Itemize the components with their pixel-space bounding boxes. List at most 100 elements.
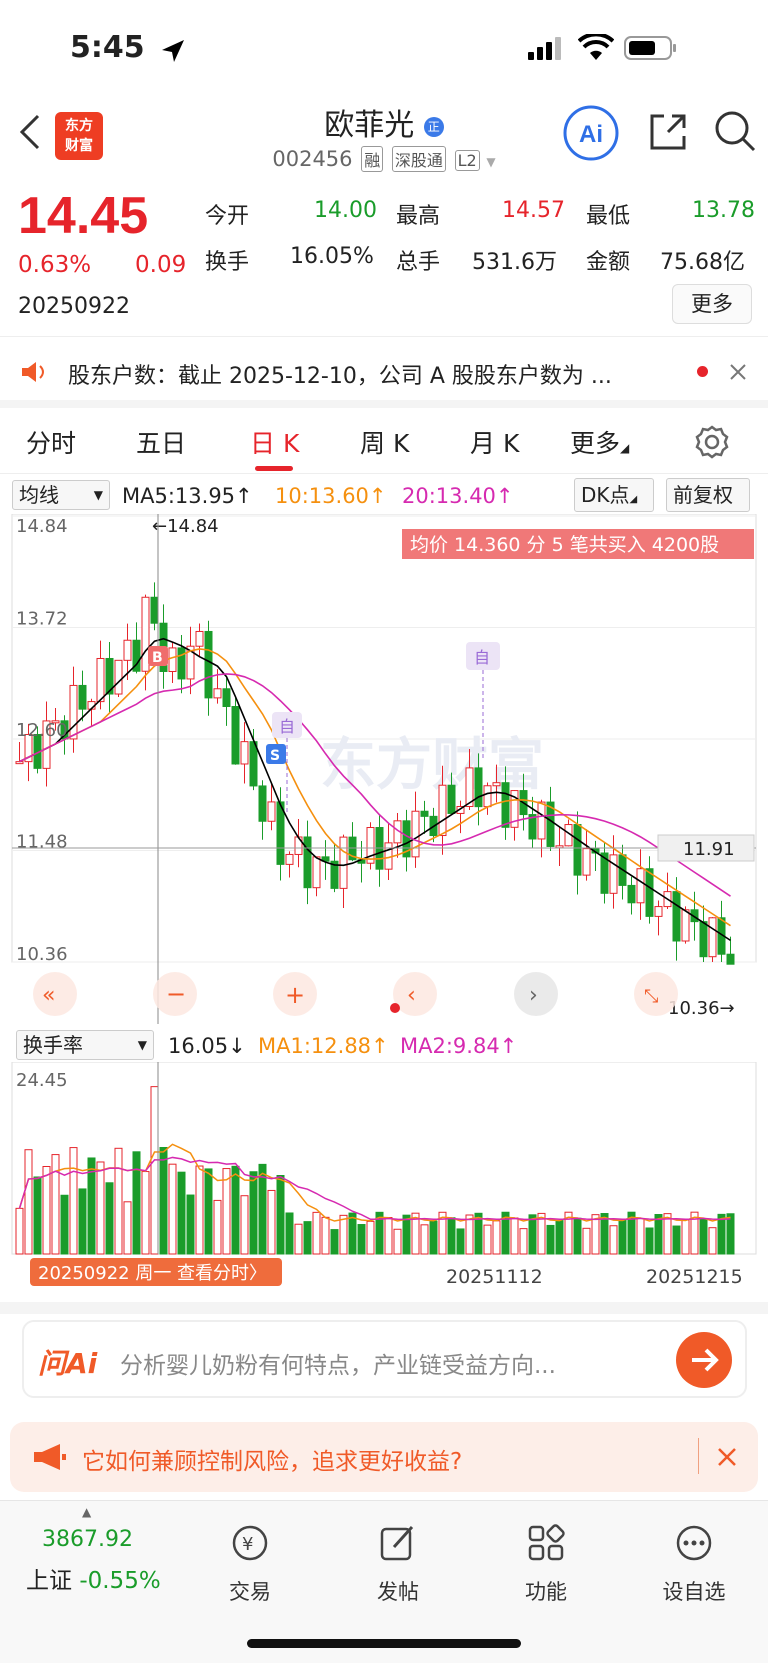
turnover-bar (240, 1195, 249, 1255)
volume-label: 总手 (396, 250, 441, 275)
turnover-bar (582, 1227, 591, 1255)
speaker-icon (22, 362, 44, 382)
tab-intraday[interactable]: 分时 (26, 424, 76, 460)
ai-input[interactable]: 分析婴儿奶粉有何特点，产业链受益方向... (120, 1346, 670, 1380)
turnover-bar (150, 1086, 159, 1255)
tab-weekly-k[interactable]: 周 K (360, 424, 409, 460)
turnover-bar (213, 1199, 222, 1255)
share-icon[interactable] (646, 110, 690, 154)
turnover-bar: 换手率 ▼ 16.05↓ MA1:12.88↑ MA2:9.84↑ (0, 1028, 768, 1064)
candle-body (231, 706, 240, 765)
stock-header: 东方 财富 欧菲光 正 002456 融 深股通 L2 ▼ Ai (0, 100, 768, 180)
x-date-label: 20251112 (446, 1266, 543, 1288)
candle-body (267, 801, 276, 822)
indicator-select[interactable]: 均线 ▼ (12, 480, 110, 510)
turnover-bar (708, 1227, 717, 1255)
subchart-select[interactable]: 换手率 ▼ (16, 1030, 154, 1060)
low-label: 最低 (586, 204, 631, 229)
caret-up-icon: ▲ (82, 1505, 92, 1519)
ma10-value: 10:13.60↑ (275, 484, 387, 508)
turnover-ma1: MA1:12.88↑ (258, 1034, 389, 1058)
ai-icon[interactable]: Ai (562, 104, 620, 162)
turnover-ma2: MA2:9.84↑ (400, 1034, 518, 1058)
turnover-bar (312, 1211, 321, 1255)
turnover-bar (303, 1221, 312, 1255)
candle-body (240, 741, 249, 765)
candle-body (213, 688, 222, 699)
max-price-label: ←14.84 (152, 516, 219, 537)
turnover-bar (177, 1171, 186, 1255)
promo-text: 它如何兼顾控制风险，追求更好收益? (82, 1449, 463, 1475)
tab-monthly-k[interactable]: 月 K (470, 424, 519, 460)
buy-marker: B (152, 650, 163, 666)
turnover-chart[interactable]: 24.45 20250922 周一 查看分时〉 20251112 2025121… (0, 1062, 768, 1302)
turnover-bar (456, 1228, 465, 1255)
candle-body (96, 657, 105, 703)
adjust-button[interactable]: 前复权 (666, 478, 750, 512)
candle-body (366, 827, 375, 864)
turnover-bar (726, 1213, 735, 1255)
tab-five-day[interactable]: 五日 (136, 424, 186, 460)
nav-functions[interactable]: 功能 (486, 1523, 606, 1606)
candle-body (69, 684, 78, 740)
candle-body (195, 630, 204, 647)
index-name: 上证 (26, 1568, 72, 1594)
ai-question-bar[interactable]: 问Ai 分析婴儿奶粉有何特点，产业链受益方向... (22, 1320, 747, 1398)
turnover-bar (636, 1217, 645, 1255)
minus-icon: − (166, 980, 186, 1008)
turnover-bar (681, 1219, 690, 1255)
turnover-bar (249, 1171, 258, 1255)
turnover-bar (393, 1228, 402, 1255)
nav-add-watchlist[interactable]: 设自选 (634, 1523, 754, 1606)
open-value: 14.00 (314, 198, 377, 223)
tag-l2: L2 (454, 150, 480, 171)
yen-exchange-icon: ¥ (232, 1525, 268, 1561)
megaphone-icon (34, 1444, 66, 1470)
candle-body (681, 909, 690, 942)
candle-body (285, 853, 294, 865)
y-label: 12.60 (16, 720, 68, 741)
tag-margin: 融 (361, 146, 384, 172)
dk-point-button[interactable]: DK点◢ (574, 478, 654, 512)
search-icon[interactable] (712, 108, 758, 154)
notice-bar[interactable]: 股东户数：截止 2025-12-10，公司 A 股股东户数为 ... (0, 338, 768, 408)
more-quote-button[interactable]: 更多 (672, 284, 752, 324)
nav-trade[interactable]: ¥ 交易 (190, 1523, 310, 1606)
chevron-left-icon: ‹ (407, 983, 416, 1008)
nav-post[interactable]: 发帖 (338, 1523, 458, 1606)
turnover-bar (645, 1227, 654, 1255)
turnover-bar (420, 1224, 429, 1255)
promo-banner[interactable]: 它如何兼顾控制风险，追求更好收益? (10, 1422, 758, 1492)
candle-body (609, 854, 618, 894)
candle-body (312, 856, 321, 889)
candlestick-chart[interactable]: 东方财富 14.84 13.72 12.60 11.48 10.36 ←14.8… (0, 514, 768, 1024)
turnover-bar (573, 1217, 582, 1255)
divider (0, 1302, 768, 1314)
y-label: 11.48 (16, 832, 68, 853)
close-icon[interactable] (728, 362, 748, 382)
candle-body (177, 647, 186, 680)
candle-body (420, 810, 429, 817)
settings-gear-icon[interactable] (694, 424, 730, 460)
candle-body (654, 906, 663, 917)
candle-body (123, 639, 132, 661)
index-value[interactable]: 3867.92 (42, 1527, 133, 1552)
index-ticker[interactable]: 上证 -0.55% (26, 1561, 161, 1595)
candle-body (537, 801, 546, 840)
quote-panel: 14.45 0.63% 0.09 20250922 今开 14.00 最高 14… (0, 182, 768, 337)
position-dot (390, 1003, 400, 1013)
amount-label: 金额 (586, 250, 631, 275)
tab-daily-k[interactable]: 日 K (250, 424, 299, 460)
turnover-bar (51, 1154, 60, 1255)
candle-body (339, 836, 348, 889)
sell-marker: S (270, 748, 280, 764)
candle-body (222, 688, 231, 708)
turnover-bar (294, 1223, 303, 1255)
turnover-bar (195, 1165, 204, 1255)
candle-body (384, 842, 393, 870)
tab-more[interactable]: 更多◢ (570, 424, 629, 460)
candle-body (492, 782, 501, 787)
ai-send-button[interactable] (676, 1332, 732, 1388)
close-icon[interactable] (716, 1446, 738, 1468)
turnover-bar (618, 1219, 627, 1255)
